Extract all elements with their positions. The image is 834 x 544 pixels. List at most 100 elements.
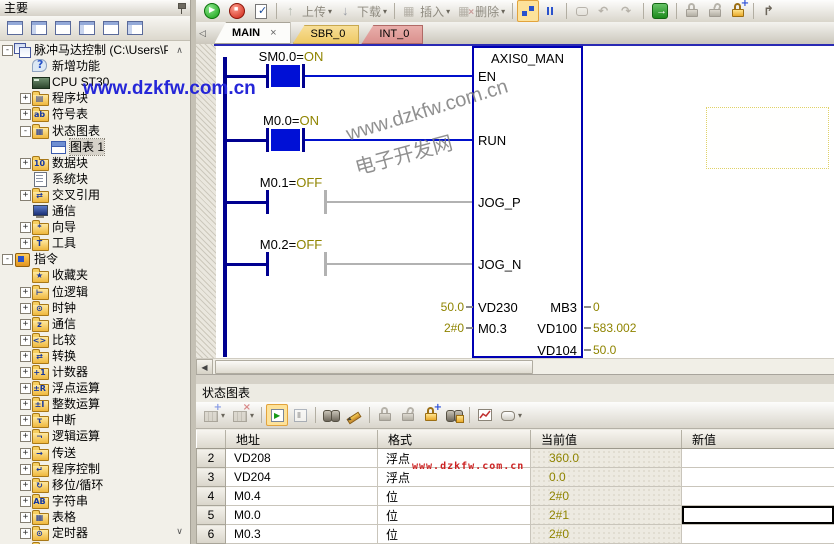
address-cell[interactable]: M0.0 <box>226 506 378 525</box>
expand-toggle[interactable]: + <box>20 303 31 314</box>
contact-closed[interactable] <box>271 65 300 87</box>
tab-scroll-left-icon[interactable]: ◁ <box>199 28 206 39</box>
format-cell[interactable]: 浮点 <box>378 449 531 468</box>
force-all-values-button[interactable]: + <box>420 404 442 426</box>
tree-item[interactable]: ++1计数器 <box>0 364 190 380</box>
tree-item[interactable]: +±I整数运算 <box>0 396 190 412</box>
format-cell[interactable]: 浮点 <box>378 468 531 487</box>
tree-item[interactable]: +↻移位/循环 <box>0 477 190 493</box>
pin-icon[interactable] <box>176 2 187 14</box>
expand-toggle[interactable]: + <box>20 109 31 120</box>
expand-toggle[interactable]: + <box>20 287 31 298</box>
ladder-editor[interactable]: SM0.0=ONM0.0=ONM0.1=OFFM0.2=OFF AXIS0_MA… <box>196 44 834 358</box>
expand-toggle[interactable]: + <box>20 528 31 539</box>
chart-status-button[interactable]: ▶ <box>266 404 288 426</box>
tree-scroll-up-icon[interactable]: ∧ <box>173 45 186 56</box>
tree-item[interactable]: +→传送 <box>0 445 190 461</box>
upload-button[interactable]: 上传▾ <box>281 0 335 22</box>
prev-bookmark-button[interactable] <box>594 0 616 22</box>
expand-toggle[interactable]: + <box>20 464 31 475</box>
new-value-cell[interactable] <box>682 487 834 506</box>
tree-item[interactable]: +¬逻辑运算 <box>0 428 190 444</box>
tag-button[interactable]: ▾ <box>497 404 525 426</box>
current-value-cell[interactable]: 0.0 <box>531 468 682 487</box>
close-tab-icon[interactable]: × <box>270 27 276 39</box>
view-crossref-button[interactable] <box>99 18 123 38</box>
collapse-toggle[interactable]: - <box>20 126 31 137</box>
new-value-cell[interactable] <box>682 506 834 525</box>
tree-item[interactable]: +⇄交叉引用 <box>0 187 190 203</box>
row-number[interactable]: 3 <box>197 468 226 487</box>
collapse-toggle[interactable]: - <box>2 254 13 265</box>
expand-toggle[interactable]: + <box>20 383 31 394</box>
program-status-button[interactable] <box>517 0 539 22</box>
tree-item[interactable]: +⇄转换 <box>0 348 190 364</box>
expand-toggle[interactable]: + <box>20 238 31 249</box>
tree-item[interactable]: +⊢位逻辑 <box>0 284 190 300</box>
tree-item[interactable]: 系统块 <box>0 171 190 187</box>
tab-main[interactable]: MAIN× <box>214 22 291 44</box>
current-value-cell[interactable]: 2#0 <box>531 487 682 506</box>
pause-program-status-button[interactable] <box>540 0 562 22</box>
address-cell[interactable]: VD208 <box>226 449 378 468</box>
row-number[interactable]: 6 <box>197 525 226 544</box>
next-bookmark-button[interactable] <box>617 0 639 22</box>
address-cell[interactable]: M0.3 <box>226 525 378 544</box>
compile-button[interactable]: ✓ <box>250 0 272 22</box>
new-value-cell[interactable] <box>682 449 834 468</box>
tree-item[interactable]: +z通信 <box>0 316 190 332</box>
tab-sbr_0[interactable]: SBR_0 <box>293 25 360 44</box>
address-cell[interactable]: VD204 <box>226 468 378 487</box>
format-cell[interactable]: 位 <box>378 525 531 544</box>
row-number[interactable]: 4 <box>197 487 226 506</box>
format-cell[interactable]: 位 <box>378 506 531 525</box>
collapse-toggle[interactable]: - <box>2 45 13 56</box>
expand-toggle[interactable]: + <box>20 399 31 410</box>
new-value-cell[interactable] <box>682 468 834 487</box>
dropdown-arrow-icon[interactable]: ▾ <box>328 7 332 16</box>
view-communications-button[interactable] <box>123 18 147 38</box>
row-number[interactable]: 5 <box>197 506 226 525</box>
branch-button[interactable] <box>758 0 780 22</box>
view-project-button[interactable] <box>3 18 27 38</box>
dropdown-arrow-icon[interactable]: ▾ <box>501 7 505 16</box>
tree-scroll-down-icon[interactable]: ∨ <box>173 526 186 537</box>
tree-item[interactable]: +AB字符串 <box>0 493 190 509</box>
insert-row-button[interactable]: +▾ <box>200 404 228 426</box>
expand-toggle[interactable]: + <box>20 448 31 459</box>
read-all-button[interactable] <box>320 404 342 426</box>
view-status-chart-button[interactable] <box>51 18 75 38</box>
expand-toggle[interactable]: + <box>20 222 31 233</box>
view-data-block-button[interactable] <box>75 18 99 38</box>
pause-chart-button[interactable]: ‖ <box>289 404 311 426</box>
tree-item[interactable]: ★收藏夹 <box>0 267 190 283</box>
tree-item[interactable]: +τ中断 <box>0 412 190 428</box>
tree-item[interactable]: +<>比较 <box>0 332 190 348</box>
tree-item[interactable]: +▤程序块 <box>0 90 190 106</box>
expand-toggle[interactable]: + <box>20 158 31 169</box>
current-value-cell[interactable]: 2#1 <box>531 506 682 525</box>
tree-item[interactable]: +ab符号表 <box>0 106 190 122</box>
contact-closed[interactable] <box>271 129 300 151</box>
goto-button[interactable]: → <box>648 0 672 22</box>
expand-toggle[interactable]: + <box>20 415 31 426</box>
scroll-thumb[interactable] <box>215 360 533 374</box>
unforce-button[interactable] <box>704 0 726 22</box>
tree-item[interactable]: +10数据块 <box>0 155 190 171</box>
expand-toggle[interactable]: + <box>20 512 31 523</box>
tree-item[interactable]: +⊙定时器 <box>0 525 190 541</box>
tree-item[interactable]: +±R浮点运算 <box>0 380 190 396</box>
tree-item[interactable]: -▦状态图表 <box>0 123 190 139</box>
expand-toggle[interactable]: + <box>20 93 31 104</box>
tree-item[interactable]: -脉冲马达控制 (C:\Users\Pub <box>0 42 190 58</box>
tree-item[interactable]: +⊙时钟 <box>0 300 190 316</box>
function-block[interactable]: AXIS0_MAN ENRUNJOG_PJOG_NVD230M0.3MB3VD1… <box>472 46 583 358</box>
stop-button[interactable]: ■ <box>225 0 249 22</box>
tab-int_0[interactable]: INT_0 <box>361 25 423 44</box>
current-value-cell[interactable]: 360.0 <box>531 449 682 468</box>
tree-item[interactable]: +*向导 <box>0 219 190 235</box>
scroll-left-button[interactable]: ◀ <box>196 359 213 375</box>
read-forced-button[interactable] <box>443 404 465 426</box>
tree-item[interactable]: +▦表格 <box>0 509 190 525</box>
address-cell[interactable]: M0.4 <box>226 487 378 506</box>
